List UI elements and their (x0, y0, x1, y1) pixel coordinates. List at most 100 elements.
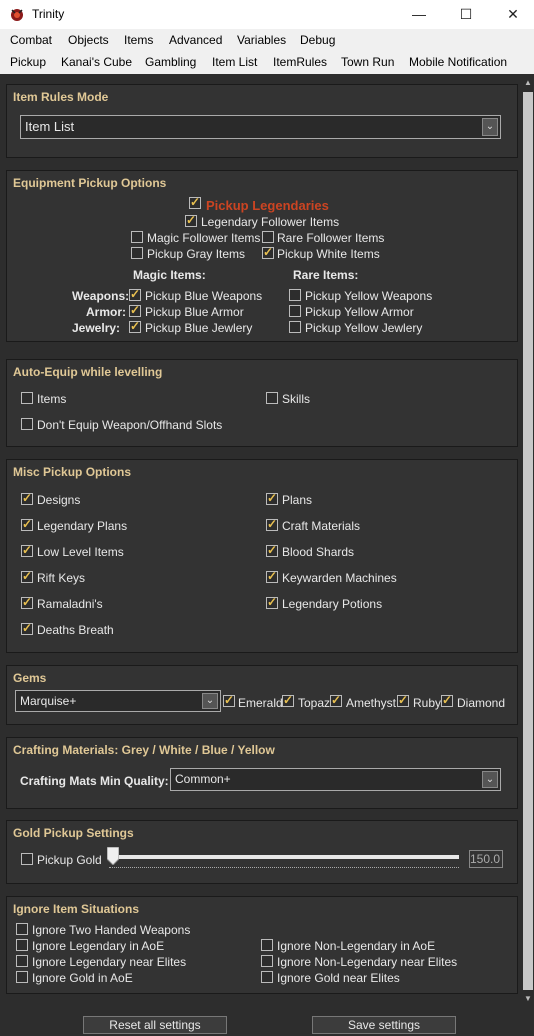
footer: Reset all settings Save settings (0, 1008, 534, 1036)
crafting-title: Crafting Materials: Grey / White / Blue … (13, 743, 275, 757)
crafting-panel: Crafting Materials: Grey / White / Blue … (6, 737, 518, 809)
blue-jewlery-checkbox[interactable] (129, 319, 141, 333)
yellow-armor-label: Pickup Yellow Armor (305, 305, 414, 319)
scroll-down-icon[interactable]: ▼ (523, 994, 533, 1006)
gem-quality-select[interactable]: Marquise+ ⌄ (15, 690, 221, 712)
topaz-checkbox[interactable] (282, 693, 294, 707)
gold-slider-track[interactable] (109, 855, 459, 859)
ruby-checkbox[interactable] (397, 693, 409, 707)
blood-shards-checkbox[interactable] (266, 543, 278, 557)
low-level-items-label: Low Level Items (37, 545, 124, 559)
deaths-breath-checkbox[interactable] (21, 621, 33, 635)
tab-variables[interactable]: Variables (237, 33, 286, 47)
autoequip-items-checkbox[interactable] (21, 392, 33, 404)
yellow-armor-checkbox[interactable] (289, 305, 301, 317)
tab-combat[interactable]: Combat (10, 33, 52, 47)
rare-items-header: Rare Items: (293, 268, 359, 282)
autoequip-skills-checkbox[interactable] (266, 392, 278, 404)
ignore-nonleg-elites-label: Ignore Non-Legendary near Elites (277, 955, 458, 969)
legendary-plans-label: Legendary Plans (37, 519, 128, 533)
legendary-follower-label: Legendary Follower Items (201, 215, 340, 229)
rare-follower-label: Rare Follower Items (277, 231, 385, 245)
yellow-weapons-checkbox[interactable] (289, 289, 301, 301)
gold-title: Gold Pickup Settings (13, 826, 134, 840)
item-rules-value: Item List (25, 119, 75, 134)
craft-materials-checkbox[interactable] (266, 517, 278, 531)
tab-item-list[interactable]: Item List (212, 55, 257, 69)
ignore-legendary-aoe-checkbox[interactable] (16, 939, 28, 951)
ignore-title: Ignore Item Situations (13, 902, 140, 916)
chevron-down-icon: ⌄ (482, 118, 498, 136)
legendary-potions-checkbox[interactable] (266, 595, 278, 609)
item-rules-title: Item Rules Mode (13, 90, 109, 104)
yellow-jewlery-checkbox[interactable] (289, 321, 301, 333)
pickup-legendaries-checkbox[interactable] (189, 195, 201, 209)
gold-value-field[interactable]: 150.0 (469, 850, 503, 868)
magic-follower-label: Magic Follower Items (147, 231, 261, 245)
low-level-items-checkbox[interactable] (21, 543, 33, 557)
ruby-label: Ruby (413, 696, 442, 710)
diamond-checkbox[interactable] (441, 693, 453, 707)
reset-settings-button[interactable]: Reset all settings (83, 1016, 227, 1034)
sub-tabs: Pickup Kanai's Cube Gambling Item List I… (0, 51, 534, 74)
keywarden-machines-checkbox[interactable] (266, 569, 278, 583)
jewelry-label: Jewelry: (72, 321, 121, 335)
ignore-gold-aoe-checkbox[interactable] (16, 971, 28, 983)
misc-title: Misc Pickup Options (13, 465, 132, 479)
minimize-icon[interactable]: — (396, 0, 442, 29)
ignore-nonleg-aoe-checkbox[interactable] (261, 939, 273, 951)
pickup-gray-label: Pickup Gray Items (147, 247, 246, 261)
plans-checkbox[interactable] (266, 491, 278, 505)
save-settings-button[interactable]: Save settings (312, 1016, 456, 1034)
tab-mobile-notification[interactable]: Mobile Notification (409, 55, 507, 69)
item-rules-select[interactable]: Item List ⌄ (20, 115, 501, 139)
rift-keys-checkbox[interactable] (21, 569, 33, 583)
dont-equip-checkbox[interactable] (21, 418, 33, 430)
scroll-up-icon[interactable]: ▲ (523, 78, 533, 90)
pickup-gray-checkbox[interactable] (131, 247, 143, 259)
close-icon[interactable]: ✕ (490, 0, 534, 29)
tab-itemrules[interactable]: ItemRules (273, 55, 327, 69)
gold-slider-thumb[interactable] (107, 847, 119, 865)
blue-armor-checkbox[interactable] (129, 303, 141, 317)
blue-armor-label: Pickup Blue Armor (145, 305, 244, 319)
ignore-nonleg-elites-checkbox[interactable] (261, 955, 273, 967)
crafting-quality-select[interactable]: Common+ ⌄ (170, 768, 501, 791)
tab-pickup[interactable]: Pickup (10, 55, 46, 69)
blue-weapons-checkbox[interactable] (129, 287, 141, 301)
legendary-follower-checkbox[interactable] (185, 213, 197, 227)
pickup-gold-checkbox[interactable] (21, 853, 33, 865)
emerald-checkbox[interactable] (223, 693, 235, 707)
maximize-icon[interactable]: ☐ (443, 0, 489, 29)
magic-items-header: Magic Items: (133, 268, 206, 282)
pickup-white-checkbox[interactable] (262, 245, 274, 259)
weapons-label: Weapons: (72, 289, 130, 303)
misc-panel: Misc Pickup Options Designs Legendary Pl… (6, 459, 518, 653)
tab-objects[interactable]: Objects (68, 33, 109, 47)
tab-debug[interactable]: Debug (300, 33, 335, 47)
ignore-legendary-elites-checkbox[interactable] (16, 955, 28, 967)
tab-town-run[interactable]: Town Run (341, 55, 394, 69)
tab-advanced[interactable]: Advanced (169, 33, 222, 47)
rare-follower-checkbox[interactable] (262, 231, 274, 243)
gold-slider-ticks (109, 867, 459, 869)
amethyst-checkbox[interactable] (330, 693, 342, 707)
ignore-two-handed-checkbox[interactable] (16, 923, 28, 935)
legendary-plans-checkbox[interactable] (21, 517, 33, 531)
title-bar: Trinity — ☐ ✕ (0, 0, 534, 29)
ramaladnis-label: Ramaladni's (37, 597, 103, 611)
ignore-gold-elites-checkbox[interactable] (261, 971, 273, 983)
dont-equip-label: Don't Equip Weapon/Offhand Slots (37, 418, 223, 432)
tab-items[interactable]: Items (124, 33, 153, 47)
main-tabs: Combat Objects Items Advanced Variables … (0, 29, 534, 51)
item-rules-panel: Item Rules Mode Item List ⌄ (6, 84, 518, 158)
ramaladnis-checkbox[interactable] (21, 595, 33, 609)
chevron-down-icon: ⌄ (482, 771, 498, 788)
equipment-title: Equipment Pickup Options (13, 176, 167, 190)
tab-gambling[interactable]: Gambling (145, 55, 196, 69)
tab-kanais-cube[interactable]: Kanai's Cube (61, 55, 132, 69)
scrollbar-thumb[interactable] (523, 92, 533, 990)
amethyst-label: Amethyst (346, 696, 397, 710)
magic-follower-checkbox[interactable] (131, 231, 143, 243)
designs-checkbox[interactable] (21, 491, 33, 505)
